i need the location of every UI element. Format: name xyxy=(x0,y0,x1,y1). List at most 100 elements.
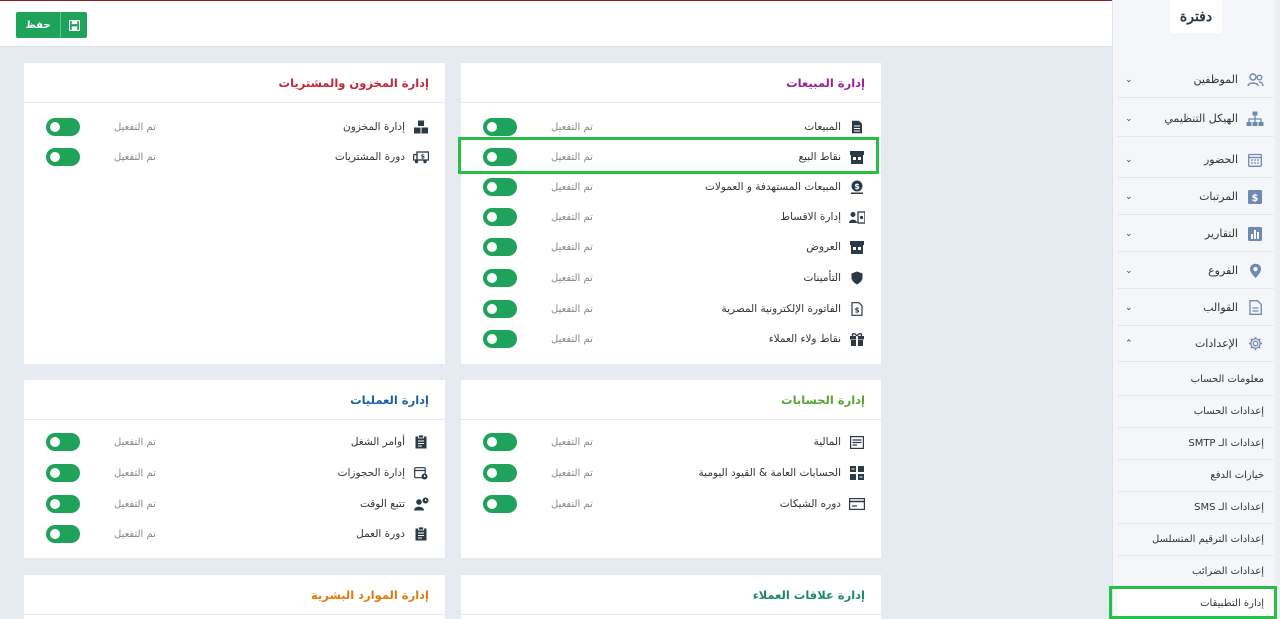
toggle-switch[interactable] xyxy=(46,148,80,166)
sidebar-item-label: التقارير xyxy=(1204,227,1238,240)
sidebar-subitem-label: إعدادات الحساب xyxy=(1193,406,1264,417)
sidebar-subitem-smtp-settings[interactable]: إعدادات الـ SMTP xyxy=(1117,428,1274,460)
toggle-switch[interactable] xyxy=(46,525,80,543)
sidebar-item-settings[interactable]: الإعدادات ⌃ xyxy=(1117,326,1274,362)
app-row-sales: المبيعات تم التفعيل xyxy=(461,115,881,139)
sidebar-subitem-account-info[interactable]: معلومات الحساب xyxy=(1117,364,1274,396)
sidebar-scrollbar[interactable] xyxy=(1275,0,1280,619)
app-row-finance: المالية تم التفعيل xyxy=(461,430,881,454)
card-inventory-purchasing: إدارة المخزون والمشتريات إدارة المخزون ت… xyxy=(24,63,445,364)
logo-text: دفترة xyxy=(1179,8,1213,25)
finance-icon xyxy=(849,434,865,450)
sidebar-item-employees[interactable]: الموظفين ⌄ xyxy=(1117,62,1274,98)
card-title: إدارة الحسابات xyxy=(461,380,881,420)
sidebar-item-label: المرتبات xyxy=(1199,190,1238,203)
gear-icon xyxy=(1244,336,1266,352)
app-label: المبيعات المستهدفة و العمولات xyxy=(704,181,841,193)
chevron-down-icon: ⌄ xyxy=(1125,265,1133,276)
chevron-up-icon: ⌃ xyxy=(1125,338,1133,349)
time-tracking-icon xyxy=(413,496,429,512)
save-button-label: حفظ xyxy=(25,19,51,31)
app-label: التأمينات xyxy=(803,272,841,284)
card-title: إدارة العمليات xyxy=(24,380,445,420)
app-label: تتبع الوقت xyxy=(359,498,405,510)
sidebar-item-attendance[interactable]: الحضور ⌄ xyxy=(1117,142,1274,178)
toggle-switch[interactable] xyxy=(483,148,517,166)
toggle-switch[interactable] xyxy=(46,495,80,513)
status-text: تم التفعيل xyxy=(114,528,156,540)
status-text: تم التفعيل xyxy=(551,436,593,448)
floppy-disk-icon xyxy=(61,19,87,31)
toggle-switch[interactable] xyxy=(483,178,517,196)
app-label: المبيعات xyxy=(804,121,841,133)
status-text: تم التفعيل xyxy=(114,467,156,479)
toggle-switch[interactable] xyxy=(483,300,517,318)
sidebar-item-label: الفروع xyxy=(1208,264,1238,277)
card-operations-management: إدارة العمليات أوامر الشغل تم التفعيل إد… xyxy=(24,380,445,558)
sidebar-subitem-payment-options[interactable]: خيارات الدفع xyxy=(1117,460,1274,492)
toggle-switch[interactable] xyxy=(483,238,517,256)
status-text: تم التفعيل xyxy=(551,151,593,163)
status-text: تم التفعيل xyxy=(551,303,593,315)
chevron-down-icon: ⌄ xyxy=(1125,228,1133,239)
sidebar-subitem-label: إعدادات الضرائب xyxy=(1192,566,1264,577)
status-text: تم التفعيل xyxy=(551,241,593,253)
sidebar-subitem-label: معلومات الحساب xyxy=(1190,374,1264,385)
sidebar-subitem-sms-settings[interactable]: إعدادات الـ SMS xyxy=(1117,492,1274,524)
sidebar-item-reports[interactable]: التقارير ⌄ xyxy=(1117,216,1274,252)
toggle-switch[interactable] xyxy=(46,433,80,451)
ledger-grid-icon xyxy=(849,465,865,481)
sidebar-subitem-label: إعدادات الـ SMTP xyxy=(1188,438,1264,449)
toggle-switch[interactable] xyxy=(483,433,517,451)
app-label: الحسابات العامة & القيود اليومية xyxy=(698,467,841,479)
app-label: إدارة الحجوزات xyxy=(337,467,405,479)
status-text: تم التفعيل xyxy=(551,272,593,284)
toggle-switch[interactable] xyxy=(483,330,517,348)
sidebar-item-label: الإعدادات xyxy=(1194,337,1238,350)
status-text: تم التفعيل xyxy=(114,121,156,133)
app-row-workflow: دورة العمل تم التفعيل xyxy=(24,522,445,546)
toggle-switch[interactable] xyxy=(483,269,517,287)
card-title-text: إدارة المبيعات xyxy=(786,75,865,90)
sidebar-subitem-apps-management[interactable]: إدارة التطبيقات xyxy=(1117,588,1274,619)
sidebar-item-label: الموظفين xyxy=(1193,73,1238,86)
card-hr: إدارة الموارد البشرية xyxy=(24,575,445,619)
app-row-time-tracking: تتبع الوقت تم التفعيل xyxy=(24,492,445,516)
toggle-switch[interactable] xyxy=(483,464,517,482)
toggle-switch[interactable] xyxy=(483,495,517,513)
app-label: المالية xyxy=(813,436,841,448)
toggle-switch[interactable] xyxy=(46,464,80,482)
sidebar-item-label: القوالب xyxy=(1203,301,1238,314)
sidebar-subitem-label: إعدادات الترقيم المتسلسل xyxy=(1152,534,1264,545)
toggle-switch[interactable] xyxy=(483,118,517,136)
sidebar-item-branches[interactable]: الفروع ⌄ xyxy=(1117,253,1274,289)
booking-calendar-icon xyxy=(413,465,429,481)
boxes-icon xyxy=(413,119,429,135)
logo[interactable]: دفترة xyxy=(1170,0,1222,33)
app-row-work-orders: أوامر الشغل تم التفعيل xyxy=(24,430,445,454)
toggle-switch[interactable] xyxy=(483,208,517,226)
sidebar-subitem-serial-numbering[interactable]: إعدادات الترقيم المتسلسل xyxy=(1117,524,1274,556)
sidebar-item-templates[interactable]: القوالب ⌄ xyxy=(1117,290,1274,326)
svg-text:$: $ xyxy=(421,153,425,160)
card-title-text: إدارة العمليات xyxy=(350,392,429,407)
sidebar-subitem-account-settings[interactable]: إعدادات الحساب xyxy=(1117,396,1274,428)
sidebar-item-org-structure[interactable]: الهيكل التنظيمي ⌄ xyxy=(1117,101,1274,137)
sidebar-subitem-taxes[interactable]: إعدادات الضرائب xyxy=(1117,556,1274,588)
status-text: تم التفعيل xyxy=(114,436,156,448)
status-text: تم التفعيل xyxy=(551,121,593,133)
salary-icon: $ xyxy=(1244,189,1266,205)
svg-text:$: $ xyxy=(854,182,860,191)
save-button[interactable]: حفظ xyxy=(16,12,87,38)
card-title: إدارة المخزون والمشتريات xyxy=(24,63,445,103)
status-text: تم التفعيل xyxy=(551,181,593,193)
reports-icon xyxy=(1244,226,1266,242)
top-toolbar: حفظ xyxy=(0,0,1112,47)
sidebar-subitem-label: إدارة التطبيقات xyxy=(1200,597,1264,609)
toggle-switch[interactable] xyxy=(46,118,80,136)
invoice-icon xyxy=(849,119,865,135)
app-row-egypt-einvoice: $ الفاتورة الإلكترونية المصرية تم التفعي… xyxy=(461,297,881,321)
offers-store-icon xyxy=(849,239,865,255)
sidebar-item-salaries[interactable]: $ المرتبات ⌄ xyxy=(1117,179,1274,215)
app-label: نقاط البيع xyxy=(798,151,841,163)
